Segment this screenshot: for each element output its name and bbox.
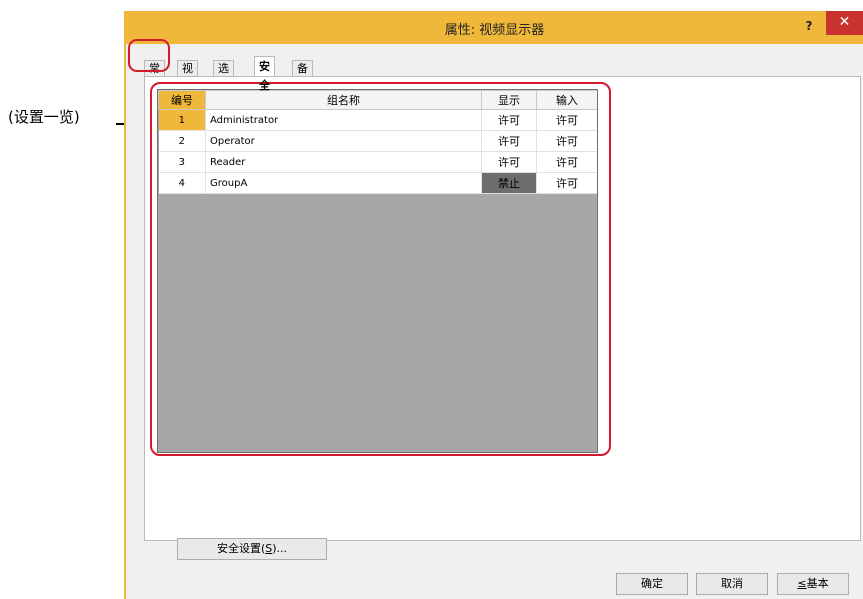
title-bar: 属性: 视频显示器 ? ✕ [126,11,863,44]
settings-list-highlight [150,82,611,456]
security-settings-ellipsis: )... [272,542,288,555]
settings-list-callout: (设置一览) [8,108,80,126]
basic-label: 基本 [806,577,829,590]
dialog-title: 属性: 视频显示器 [444,23,545,38]
close-button[interactable]: ✕ [826,11,863,35]
tab-notes[interactable]: 备注 [292,60,313,90]
help-button[interactable]: ? [799,16,819,36]
basic-button[interactable]: ≤基本 [777,573,849,595]
security-settings-label: 安全设置( [216,542,266,555]
tab-view[interactable]: 视图 [177,60,198,90]
security-tab-highlight [128,39,170,72]
ok-button[interactable]: 确定 [616,573,688,595]
tab-options[interactable]: 选项 [213,60,234,90]
cancel-button[interactable]: 取消 [696,573,768,595]
security-settings-button[interactable]: 安全设置(S)... [177,538,327,560]
basic-shortcut: ≤ [797,577,807,590]
tab-security[interactable]: 安全 [254,56,275,92]
